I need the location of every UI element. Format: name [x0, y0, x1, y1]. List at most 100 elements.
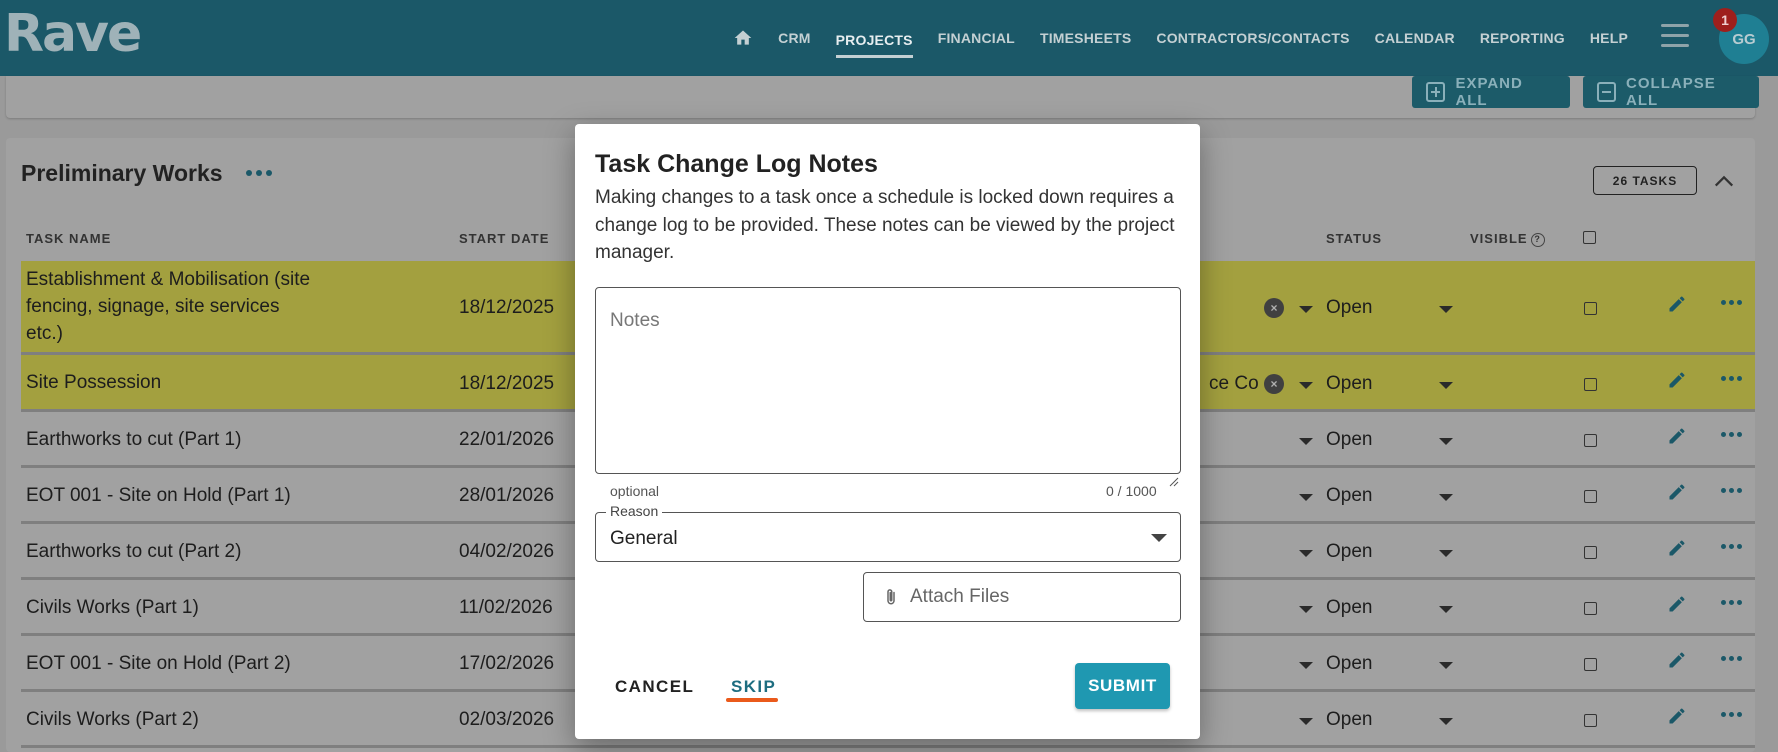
- task-start-date[interactable]: 22/01/2026: [459, 429, 554, 451]
- notification-badge[interactable]: 1: [1713, 8, 1737, 32]
- assignee-dropdown-icon[interactable]: [1299, 550, 1313, 557]
- nav-item-timesheets[interactable]: TIMESHEETS: [1040, 20, 1131, 56]
- nav-item-projects[interactable]: PROJECTS: [835, 22, 913, 58]
- collapse-all-button[interactable]: COLLAPSE ALL: [1583, 75, 1759, 109]
- task-start-date[interactable]: 28/01/2026: [459, 485, 554, 507]
- dropdown-arrow-icon: [1151, 534, 1167, 542]
- assignee-dropdown-icon[interactable]: [1299, 494, 1313, 501]
- task-status[interactable]: Open: [1326, 709, 1372, 731]
- task-start-date[interactable]: 04/02/2026: [459, 541, 554, 563]
- top-nav-bar: Rave CRM PROJECTS FINANCIAL TIMESHEETS C…: [0, 0, 1778, 76]
- task-name: Civils Works (Part 1): [26, 597, 199, 618]
- nav-item-financial[interactable]: FINANCIAL: [938, 20, 1015, 56]
- task-status[interactable]: Open: [1326, 429, 1372, 451]
- task-status[interactable]: Open: [1326, 485, 1372, 507]
- status-dropdown-icon[interactable]: [1439, 494, 1453, 501]
- section-more-icon[interactable]: [246, 170, 272, 176]
- status-dropdown-icon[interactable]: [1439, 550, 1453, 557]
- assignee-dropdown-icon[interactable]: [1299, 718, 1313, 725]
- column-header-visible[interactable]: VISIBLE?: [1470, 231, 1545, 247]
- row-more-icon[interactable]: [1721, 488, 1742, 493]
- attach-files-button[interactable]: Attach Files: [863, 572, 1181, 622]
- edit-pencil-icon[interactable]: [1667, 294, 1687, 314]
- row-more-icon[interactable]: [1721, 712, 1742, 717]
- task-start-date[interactable]: 02/03/2026: [459, 709, 554, 731]
- visible-checkbox[interactable]: [1584, 302, 1597, 315]
- row-more-icon[interactable]: [1721, 376, 1742, 381]
- edit-pencil-icon[interactable]: [1667, 650, 1687, 670]
- visible-checkbox[interactable]: [1584, 602, 1597, 615]
- visible-checkbox[interactable]: [1584, 546, 1597, 559]
- nav-item-contractors-contacts[interactable]: CONTRACTORS/CONTACTS: [1156, 20, 1349, 56]
- edit-pencil-icon[interactable]: [1667, 594, 1687, 614]
- task-name: EOT 001 - Site on Hold (Part 2): [26, 653, 291, 674]
- edit-pencil-icon[interactable]: [1667, 426, 1687, 446]
- task-start-date[interactable]: 11/02/2026: [459, 597, 553, 619]
- task-start-date[interactable]: 17/02/2026: [459, 653, 554, 675]
- task-status[interactable]: Open: [1326, 373, 1372, 395]
- nav-item-calendar[interactable]: CALENDAR: [1375, 20, 1455, 56]
- visible-checkbox[interactable]: [1584, 490, 1597, 503]
- task-status[interactable]: Open: [1326, 541, 1372, 563]
- task-start-date[interactable]: 18/12/2025: [459, 373, 554, 395]
- resize-handle-icon[interactable]: [1169, 477, 1179, 487]
- hamburger-menu-icon[interactable]: [1661, 24, 1689, 54]
- task-start-date[interactable]: 18/12/2025: [459, 297, 554, 319]
- task-name: Earthworks to cut (Part 1): [26, 429, 242, 450]
- clear-icon[interactable]: ×: [1264, 298, 1284, 318]
- visible-checkbox[interactable]: [1584, 378, 1597, 391]
- task-status[interactable]: Open: [1326, 653, 1372, 675]
- select-all-checkbox[interactable]: [1583, 231, 1596, 244]
- status-dropdown-icon[interactable]: [1439, 718, 1453, 725]
- visible-checkbox[interactable]: [1584, 714, 1597, 727]
- task-status[interactable]: Open: [1326, 297, 1372, 319]
- visible-checkbox[interactable]: [1584, 434, 1597, 447]
- home-icon[interactable]: [733, 28, 753, 48]
- edit-pencil-icon[interactable]: [1667, 706, 1687, 726]
- assignee-dropdown-icon[interactable]: [1299, 382, 1313, 389]
- status-dropdown-icon[interactable]: [1439, 606, 1453, 613]
- assignee-dropdown-icon[interactable]: [1299, 306, 1313, 313]
- row-more-icon[interactable]: [1721, 600, 1742, 605]
- nav-item-help[interactable]: HELP: [1590, 20, 1628, 56]
- nav-item-reporting[interactable]: REPORTING: [1480, 20, 1565, 56]
- cancel-button[interactable]: CANCEL: [615, 677, 694, 697]
- status-dropdown-icon[interactable]: [1439, 662, 1453, 669]
- edit-pencil-icon[interactable]: [1667, 370, 1687, 390]
- dialog-title: Task Change Log Notes: [595, 150, 878, 178]
- app-logo[interactable]: Rave: [4, 4, 142, 64]
- notes-char-counter: 0 / 1000: [1106, 483, 1157, 499]
- edit-pencil-icon[interactable]: [1667, 538, 1687, 558]
- submit-button[interactable]: SUBMIT: [1075, 663, 1170, 709]
- task-status[interactable]: Open: [1326, 597, 1372, 619]
- assignee-dropdown-icon[interactable]: [1299, 438, 1313, 445]
- dialog-description: Making changes to a task once a schedule…: [595, 187, 1175, 263]
- section-title: Preliminary Works: [21, 160, 223, 186]
- reason-select[interactable]: Reason General: [595, 503, 1181, 562]
- skip-button[interactable]: SKIP: [731, 677, 776, 697]
- assignee-dropdown-icon[interactable]: [1299, 606, 1313, 613]
- chevron-up-icon[interactable]: [1713, 170, 1735, 192]
- status-dropdown-icon[interactable]: [1439, 382, 1453, 389]
- visible-checkbox[interactable]: [1584, 658, 1597, 671]
- notes-textarea[interactable]: [596, 288, 1180, 473]
- assignee-dropdown-icon[interactable]: [1299, 662, 1313, 669]
- assignee-value: ce Co: [1209, 373, 1259, 394]
- row-more-icon[interactable]: [1721, 656, 1742, 661]
- row-more-icon[interactable]: [1721, 544, 1742, 549]
- paperclip-icon: [887, 589, 895, 605]
- edit-pencil-icon[interactable]: [1667, 482, 1687, 502]
- status-dropdown-icon[interactable]: [1439, 306, 1453, 313]
- status-dropdown-icon[interactable]: [1439, 438, 1453, 445]
- clear-icon[interactable]: ×: [1264, 374, 1284, 394]
- column-header-start-date[interactable]: START DATE: [459, 231, 549, 246]
- row-more-icon[interactable]: [1721, 300, 1742, 305]
- expand-all-button[interactable]: EXPAND ALL: [1412, 75, 1570, 109]
- column-header-task-name[interactable]: TASK NAME: [26, 231, 111, 246]
- column-header-status[interactable]: STATUS: [1326, 231, 1382, 246]
- expand-all-label: EXPAND ALL: [1455, 75, 1523, 109]
- help-icon[interactable]: ?: [1530, 233, 1545, 247]
- nav-item-crm[interactable]: CRM: [778, 20, 810, 56]
- row-more-icon[interactable]: [1721, 432, 1742, 437]
- skip-focus-underline: [726, 698, 778, 702]
